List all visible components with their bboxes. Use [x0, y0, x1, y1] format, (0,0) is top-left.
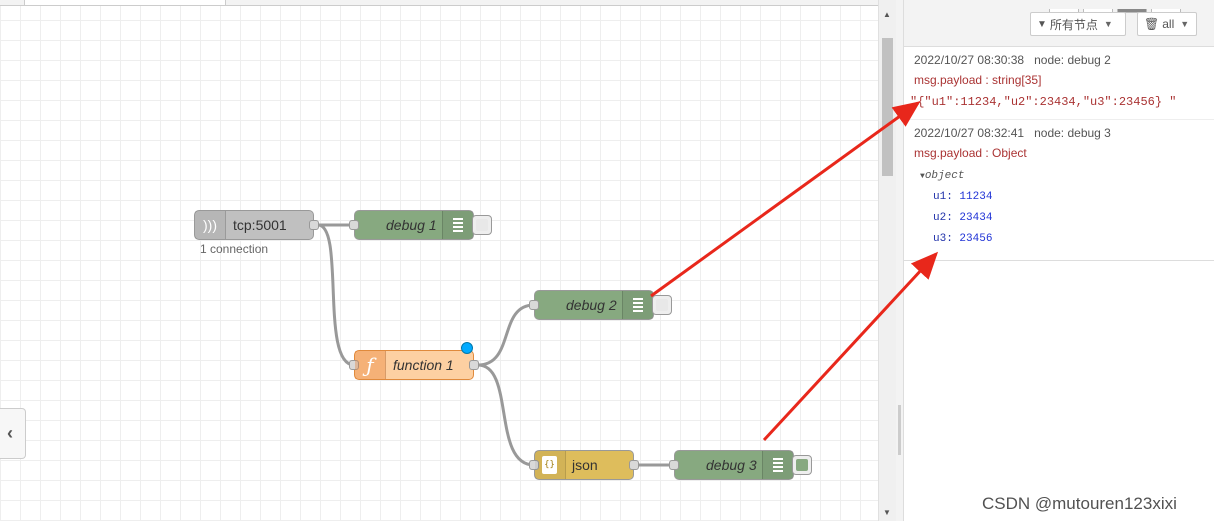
annotation-arrow	[762, 251, 939, 442]
annotation-arrow	[650, 101, 921, 298]
watermark: CSDN @mutouren123xixi	[982, 494, 1177, 513]
annotation-arrows	[650, 101, 939, 442]
